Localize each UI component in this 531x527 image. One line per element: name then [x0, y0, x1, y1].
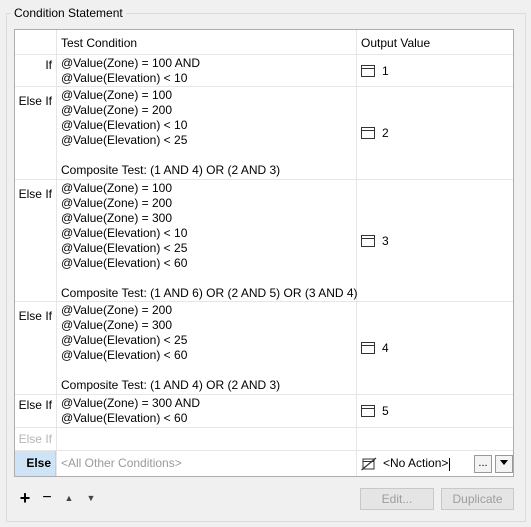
condition-line: @Value(Elevation) < 25 — [61, 333, 188, 347]
output-value: 2 — [382, 126, 389, 140]
condition-row-else-if[interactable]: Else If @Value(Zone) = 200 @Value(Zone) … — [15, 302, 513, 395]
remove-row-button[interactable]: − — [36, 488, 58, 508]
condition-row-else[interactable]: Else <All Other Conditions> <No Action> … — [15, 451, 513, 476]
test-condition-cell[interactable]: @Value(Zone) = 300 AND @Value(Elevation)… — [56, 395, 357, 427]
move-down-button[interactable]: ▼ — [80, 488, 102, 508]
test-condition-cell[interactable]: @Value(Zone) = 100 @Value(Zone) = 200 @V… — [56, 87, 357, 179]
attribute-value-icon — [361, 234, 375, 247]
test-condition-cell[interactable]: @Value(Zone) = 100 @Value(Zone) = 200 @V… — [56, 180, 358, 301]
condition-row-else-if[interactable]: Else If @Value(Zone) = 300 AND @Value(El… — [15, 395, 513, 428]
condition-line: @Value(Elevation) < 25 — [61, 241, 188, 255]
output-value-cell[interactable] — [357, 428, 513, 450]
composite-test: Composite Test: (1 AND 6) OR (2 AND 5) O… — [61, 286, 358, 300]
attribute-value-icon — [361, 405, 375, 417]
test-condition-cell[interactable]: @Value(Zone) = 200 @Value(Zone) = 300 @V… — [56, 302, 357, 394]
group-title: Condition Statement — [11, 6, 126, 20]
condition-line: @Value(Elevation) < 10 — [61, 71, 188, 85]
condition-line — [61, 271, 356, 286]
condition-line: @Value(Zone) = 300 AND — [61, 396, 201, 410]
output-value: 5 — [382, 404, 389, 418]
condition-line: @Value(Elevation) < 10 — [61, 226, 188, 240]
output-value: 3 — [382, 233, 389, 248]
composite-test: Composite Test: (1 AND 4) OR (2 AND 3) — [61, 163, 281, 177]
row-label: Else — [15, 451, 56, 476]
no-action-icon — [361, 457, 377, 471]
duplicate-button[interactable]: Duplicate — [441, 488, 514, 510]
condition-line: @Value(Zone) = 300 — [61, 211, 173, 225]
condition-line: @Value(Elevation) < 10 — [61, 118, 188, 132]
row-label: Else If — [15, 395, 56, 427]
condition-line: @Value(Zone) = 200 — [61, 196, 173, 210]
output-value: 4 — [382, 341, 389, 355]
else-output-value: <No Action> — [383, 456, 449, 471]
condition-line: @Value(Zone) = 100 AND — [61, 56, 201, 70]
row-label: Else If — [15, 87, 56, 179]
column-header-test[interactable]: Test Condition — [56, 30, 357, 54]
condition-line: @Value(Zone) = 200 — [61, 103, 173, 117]
row-label: Else If — [15, 180, 56, 301]
else-test-cell: <All Other Conditions> — [56, 451, 357, 476]
condition-line: @Value(Zone) = 100 — [61, 181, 173, 195]
output-value-cell[interactable]: 2 — [357, 87, 513, 179]
attribute-value-icon — [361, 64, 375, 77]
row-label: If — [15, 55, 56, 86]
condition-line: @Value(Zone) = 300 — [61, 318, 173, 332]
output-value-cell[interactable]: 1 — [357, 55, 513, 86]
attribute-value-icon — [361, 127, 375, 139]
condition-row-else-if[interactable]: Else If @Value(Zone) = 100 @Value(Zone) … — [15, 87, 513, 180]
else-output-input[interactable]: <No Action> — [383, 456, 471, 471]
condition-table: Test Condition Output Value If @Value(Zo… — [14, 29, 514, 477]
output-value-cell[interactable]: 5 — [357, 395, 513, 427]
condition-line — [61, 363, 356, 378]
condition-line: @Value(Zone) = 200 — [61, 303, 173, 317]
condition-row-if[interactable]: If @Value(Zone) = 100 AND @Value(Elevati… — [15, 55, 513, 87]
edit-button[interactable]: Edit... — [360, 488, 434, 510]
condition-line: @Value(Elevation) < 60 — [61, 256, 188, 270]
row-header-corner — [15, 30, 56, 54]
output-dropdown-button[interactable] — [495, 454, 513, 473]
output-value-cell[interactable]: 4 — [357, 302, 513, 394]
composite-test: Composite Test: (1 AND 4) OR (2 AND 3) — [61, 378, 281, 392]
attribute-value-icon — [361, 342, 375, 354]
text-caret — [449, 457, 451, 471]
chevron-down-icon — [500, 459, 508, 465]
row-label: Else If — [15, 428, 56, 450]
test-condition-cell[interactable]: @Value(Zone) = 100 AND @Value(Elevation)… — [56, 55, 357, 86]
column-header-output[interactable]: Output Value — [357, 30, 513, 54]
else-output-cell[interactable]: <No Action> ... — [357, 451, 513, 476]
row-label: Else If — [15, 302, 56, 394]
move-up-button[interactable]: ▲ — [58, 488, 80, 508]
output-value: 1 — [382, 63, 389, 78]
add-row-button[interactable]: + — [14, 488, 36, 508]
more-options-button[interactable]: ... — [474, 454, 492, 473]
condition-line: @Value(Elevation) < 60 — [61, 411, 188, 425]
condition-line: @Value(Zone) = 100 — [61, 88, 173, 102]
table-header-row: Test Condition Output Value — [15, 30, 513, 55]
row-toolbar: + − ▲ ▼ — [14, 488, 102, 508]
output-value-cell[interactable]: 3 — [357, 180, 513, 301]
test-condition-cell[interactable] — [56, 428, 357, 450]
condition-line: @Value(Elevation) < 25 — [61, 133, 188, 147]
condition-row-else-if[interactable]: Else If @Value(Zone) = 100 @Value(Zone) … — [15, 180, 513, 302]
else-placeholder: <All Other Conditions> — [61, 456, 182, 470]
condition-line — [61, 148, 356, 163]
condition-line: @Value(Elevation) < 60 — [61, 348, 188, 362]
condition-row-empty[interactable]: Else If — [15, 428, 513, 451]
